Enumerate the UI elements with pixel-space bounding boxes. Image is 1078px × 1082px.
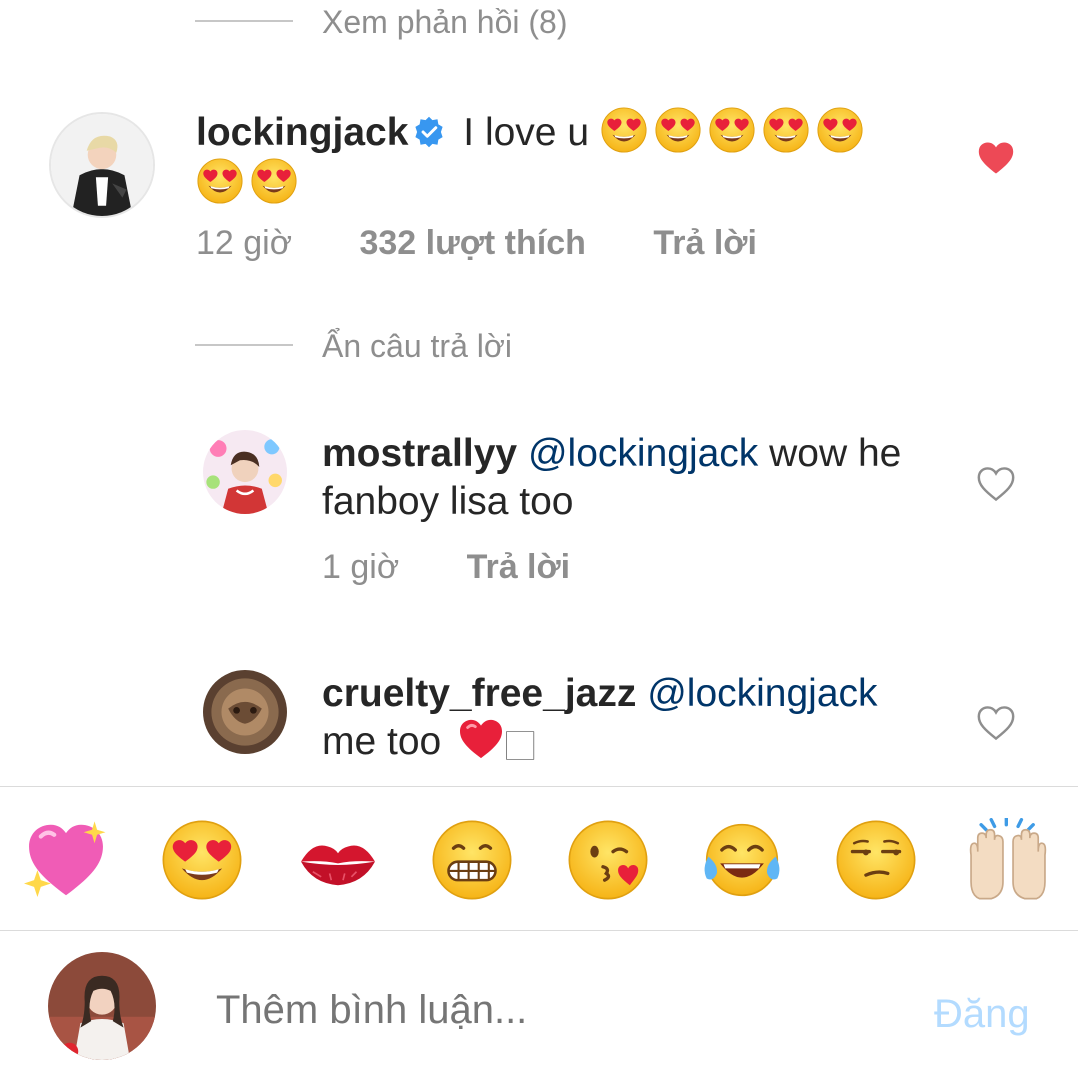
hide-replies-button[interactable]: Ẩn câu trả lời [322,328,512,365]
avatar-lockingjack[interactable] [49,112,155,218]
heart-eyes-icon[interactable] [160,818,244,902]
verified-badge-icon [415,116,444,148]
unamused-face-icon[interactable] [834,818,918,902]
raising-hands-icon[interactable] [966,818,1050,902]
face-blowing-kiss-icon[interactable] [566,818,650,902]
reply-1-text: mostrallyy @lockingjack wow he fanboy li… [322,430,962,526]
emoji-tray-bottom-border [0,930,1078,931]
emoji-tray-top-border [0,786,1078,787]
heart-eyes-icon [816,106,864,154]
comment-username[interactable]: lockingjack [196,111,408,154]
reply-1-time: 1 giờ [322,548,400,586]
heart-eyes-icon [708,106,756,154]
grimacing-icon[interactable] [430,818,514,902]
heart-eyes-icon [600,106,648,154]
likes-count-button[interactable]: 332 lượt thích [359,224,585,262]
kiss-mark-icon[interactable] [296,818,380,902]
reply-2-like-heart-icon[interactable] [976,705,1016,741]
heart-eyes-icon [250,157,298,205]
comment-time: 12 giờ [196,224,293,262]
comment-body: I love u [463,111,590,154]
reply-2-username[interactable]: cruelty_free_jazz [322,672,636,715]
reply-1-mention[interactable]: @lockingjack [528,432,758,475]
hide-replies-line [195,344,293,346]
main-comment-meta: 12 giờ 332 lượt thích Trả lời [196,224,757,263]
post-comment-button[interactable]: Đăng [934,992,1030,1037]
reply-1-reply-button[interactable]: Trả lời [467,548,571,586]
avatar-cruelty-free-jazz[interactable] [203,670,287,754]
reply-1-meta: 1 giờ Trả lời [322,548,570,587]
reply-2-body-line2: me too [322,720,442,763]
reply-2-text: cruelty_free_jazz @lockingjack me too 🏻 [322,670,962,769]
reply-2-trailing-glyph: 🏻 [506,728,535,761]
reply-1-body-line1: wow he [758,432,902,475]
reply-1-body-line2: fanboy lisa too [322,480,574,523]
sparkling-heart-icon[interactable] [24,818,108,902]
red-heart-icon [460,719,503,759]
tears-of-joy-icon[interactable] [700,818,784,902]
reply-1-username[interactable]: mostrallyy [322,432,517,475]
add-comment-input[interactable] [216,982,896,1038]
current-user-avatar [48,952,156,1060]
liked-heart-icon[interactable] [976,140,1016,176]
heart-eyes-icon [654,106,702,154]
reply-1-like-heart-icon[interactable] [976,466,1016,502]
main-comment-text: lockingjack I love u [196,106,896,208]
view-replies-button[interactable]: Xem phản hồi (8) [322,4,567,41]
view-replies-line [195,20,293,22]
avatar-mostrallyy[interactable] [203,430,287,514]
heart-eyes-icon [196,157,244,205]
reply-2-mention[interactable]: @lockingjack [647,672,877,715]
reply-button[interactable]: Trả lời [653,224,757,262]
heart-eyes-icon [762,106,810,154]
